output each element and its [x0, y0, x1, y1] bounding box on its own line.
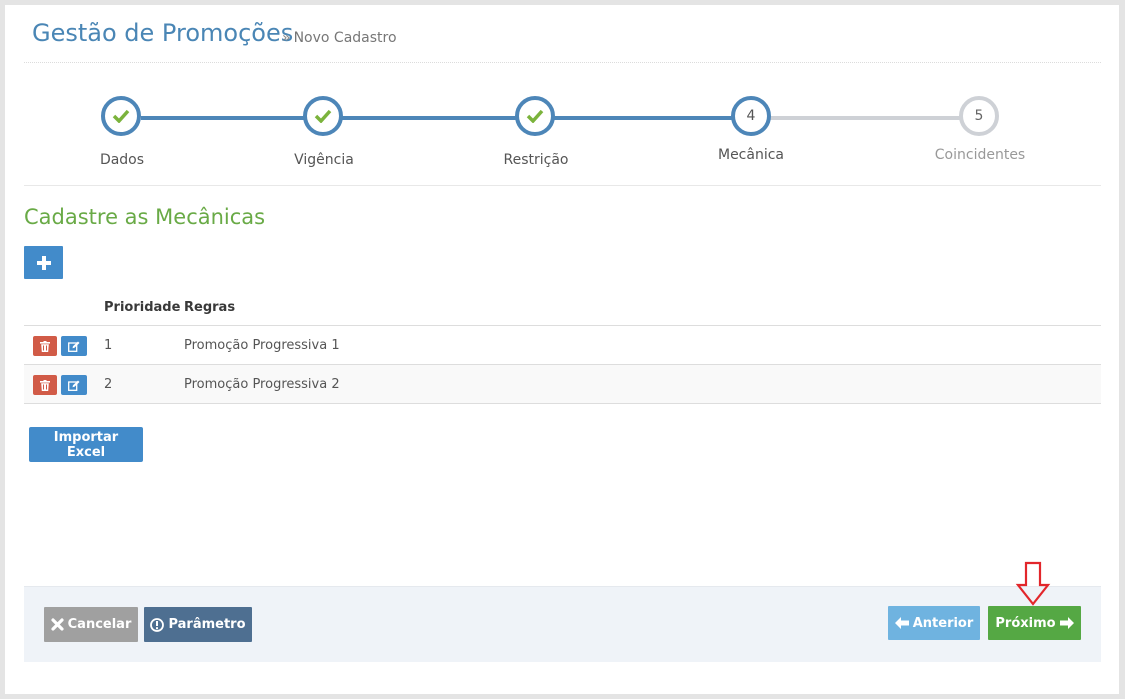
- edit-row-button[interactable]: [61, 336, 87, 356]
- add-mechanic-button[interactable]: [24, 246, 63, 279]
- delete-row-button[interactable]: [33, 336, 57, 356]
- wizard-remaining-line: [753, 116, 983, 120]
- table-row: 1 Promoção Progressiva 1: [24, 326, 1101, 365]
- column-header-priority: Prioridade: [104, 300, 181, 315]
- previous-button[interactable]: Anterior: [888, 606, 980, 640]
- main-panel: Gestão de Promoções » Novo Cadastro Dados…: [5, 5, 1119, 694]
- breadcrumb-current: Novo Cadastro: [293, 30, 397, 46]
- edit-icon: [68, 380, 80, 391]
- row-rule: Promoção Progressiva 2: [184, 377, 340, 392]
- trash-icon: [40, 379, 50, 391]
- info-icon: [150, 617, 165, 632]
- page-title: Gestão de Promoções: [32, 19, 294, 47]
- step-4-label: Mecânica: [717, 147, 784, 163]
- wizard-progress-line: [141, 116, 753, 120]
- section-title: Cadastre as Mecânicas: [24, 205, 266, 229]
- wizard-steps: Dados Vigência Restrição 4 Mecânica 5 Co…: [24, 63, 1101, 186]
- parameter-button[interactable]: Parâmetro: [144, 607, 252, 642]
- step-2-complete-circle[interactable]: [303, 96, 343, 136]
- table-row: 2 Promoção Progressiva 2: [24, 365, 1101, 404]
- edit-icon: [68, 341, 80, 352]
- form-footer: Cancelar Parâmetro Anterior Próximo: [24, 586, 1101, 662]
- delete-row-button[interactable]: [33, 375, 57, 395]
- row-priority: 2: [104, 377, 113, 392]
- step-3-complete-circle[interactable]: [515, 96, 555, 136]
- step-1-complete-circle[interactable]: [101, 96, 141, 136]
- step-2-label: Vigência: [294, 152, 354, 168]
- column-header-rules: Regras: [184, 300, 236, 315]
- trash-icon: [40, 340, 50, 352]
- step-5-pending-circle[interactable]: 5: [959, 96, 999, 136]
- import-excel-button[interactable]: Importar Excel: [29, 427, 143, 462]
- row-priority: 1: [104, 338, 113, 353]
- step-4-active-circle[interactable]: 4: [731, 96, 771, 136]
- previous-button-label: Anterior: [912, 615, 974, 631]
- check-icon: [314, 109, 332, 123]
- annotation-down-arrow-icon: [1015, 561, 1051, 606]
- check-icon: [112, 109, 130, 123]
- edit-row-button[interactable]: [61, 375, 87, 395]
- breadcrumb-separator-icon: »: [282, 30, 291, 46]
- parameter-button-label: Parâmetro: [168, 617, 246, 632]
- step-1-label: Dados: [99, 152, 145, 168]
- plus-icon: [36, 255, 51, 270]
- close-icon: [51, 618, 64, 631]
- row-rule: Promoção Progressiva 1: [184, 338, 340, 353]
- mechanics-table: Prioridade Regras 1 Promoção Progressiva…: [24, 288, 1101, 404]
- step-5-label: Coincidentes: [934, 147, 1026, 163]
- table-header: Prioridade Regras: [24, 288, 1101, 326]
- cancel-button-label: Cancelar: [67, 617, 132, 632]
- step-3-label: Restrição: [503, 152, 569, 168]
- next-button-label: Próximo: [995, 615, 1056, 631]
- arrow-left-icon: [894, 617, 909, 629]
- page-header: Gestão de Promoções » Novo Cadastro: [24, 5, 1101, 63]
- breadcrumb: » Novo Cadastro: [282, 30, 397, 46]
- check-icon: [526, 109, 544, 123]
- arrow-right-icon: [1059, 617, 1074, 629]
- next-button[interactable]: Próximo: [988, 606, 1081, 640]
- cancel-button[interactable]: Cancelar: [44, 607, 138, 642]
